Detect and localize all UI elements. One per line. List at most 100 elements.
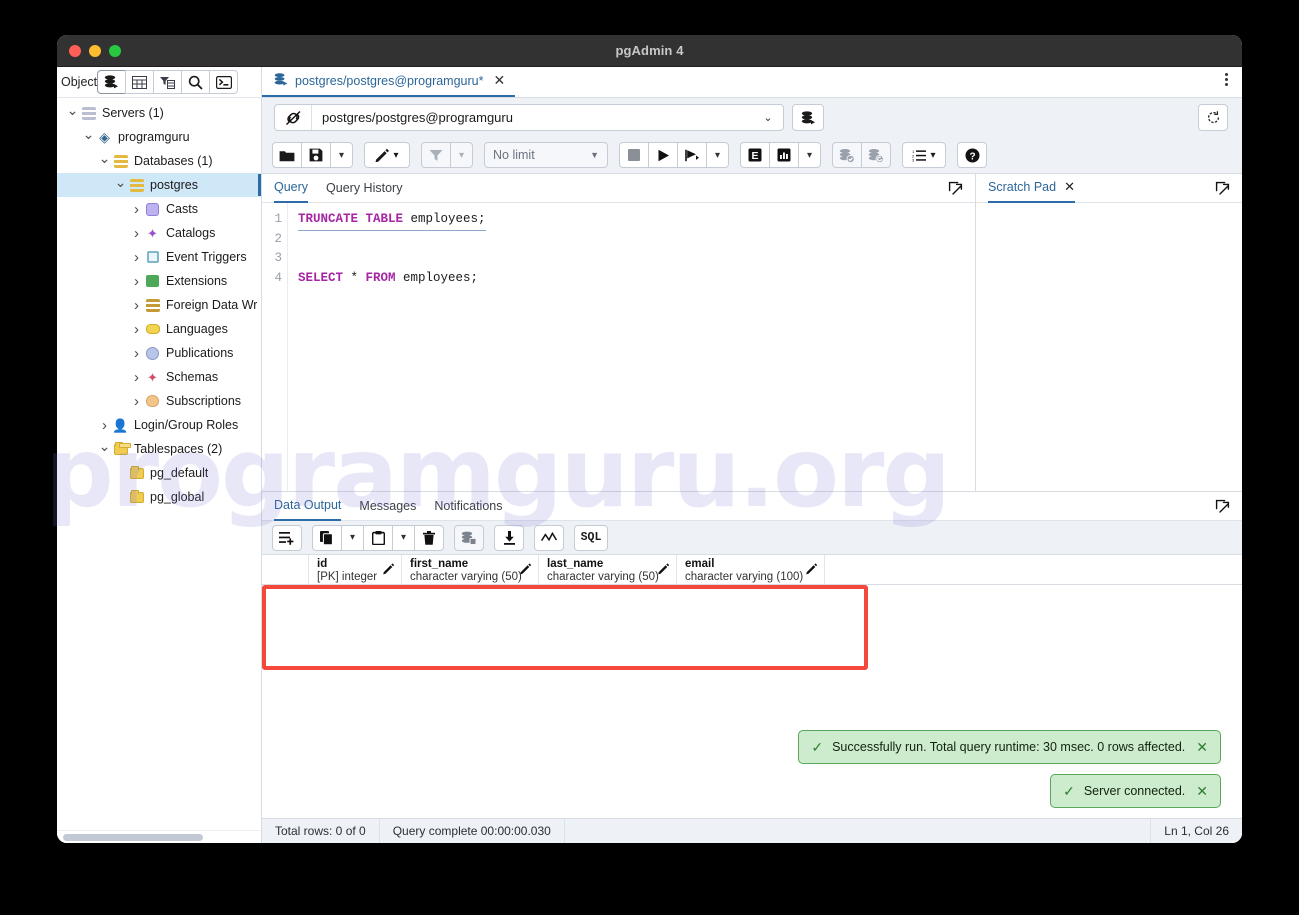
graph-visualiser-button[interactable] <box>534 524 564 551</box>
download-csv-button[interactable] <box>494 524 524 551</box>
close-icon[interactable]: ✕ <box>493 72 505 89</box>
tree-toggle-icon[interactable] <box>129 393 144 410</box>
paste-dropdown[interactable]: ▾ <box>392 524 415 551</box>
tab-query[interactable]: Query <box>274 174 309 203</box>
row-limit-select[interactable]: No limit ▼ <box>484 142 608 168</box>
tree-item-label: Casts <box>166 202 198 216</box>
tab-query-history[interactable]: Query History <box>326 174 402 203</box>
filter-dropdown[interactable]: ▾ <box>450 142 473 168</box>
tab-notifications[interactable]: Notifications <box>434 492 502 521</box>
grid-icon[interactable] <box>125 70 155 94</box>
sql-code[interactable]: TRUNCATE TABLE employees; SELECT * FROM e… <box>288 203 975 491</box>
tree-item-languages[interactable]: Languages <box>57 317 261 341</box>
tree-toggle-icon[interactable] <box>97 153 112 170</box>
search-icon[interactable] <box>181 70 211 94</box>
expand-icon[interactable] <box>1215 181 1230 199</box>
tab-data-output[interactable]: Data Output <box>274 492 342 521</box>
stop-button[interactable] <box>619 142 649 168</box>
close-icon[interactable]: ✕ <box>1196 783 1208 800</box>
tree-item-subscriptions[interactable]: Subscriptions <box>57 389 261 413</box>
tree-item-tablespaces-2[interactable]: Tablespaces (2) <box>57 437 261 461</box>
tree-toggle-icon[interactable] <box>81 129 96 146</box>
close-icon[interactable]: ✕ <box>1064 179 1075 195</box>
filter-table-icon[interactable] <box>153 70 183 94</box>
tree-toggle-icon[interactable] <box>129 225 144 242</box>
open-file-button[interactable] <box>272 142 302 168</box>
tree-item-schemas[interactable]: ✦ Schemas <box>57 365 261 389</box>
copy-button[interactable] <box>312 524 342 551</box>
tree-item-postgres[interactable]: postgres <box>57 173 261 197</box>
column-header-id[interactable]: id [PK] integer <box>309 555 402 584</box>
explain-button[interactable]: E <box>740 142 770 168</box>
scrollbar-thumb[interactable] <box>63 833 203 841</box>
save-file-button[interactable] <box>301 142 331 168</box>
execute-button[interactable] <box>648 142 678 168</box>
tree-toggle-icon[interactable] <box>65 105 80 122</box>
save-file-dropdown[interactable]: ▾ <box>330 142 353 168</box>
terminal-icon[interactable] <box>209 70 239 94</box>
execute-script-button[interactable] <box>677 142 707 168</box>
code-line[interactable] <box>298 249 975 269</box>
explain-dropdown[interactable]: ▾ <box>798 142 821 168</box>
browser-icon[interactable] <box>97 70 127 94</box>
tree-item-pg-global[interactable]: pg_global <box>57 485 261 509</box>
object-tree-horizontal-scrollbar[interactable] <box>57 830 261 843</box>
tree-item-pg-default[interactable]: pg_default <box>57 461 261 485</box>
object-tree[interactable]: Servers (1) ◈ programguru Databases (1) post… <box>57 98 261 830</box>
connection-select[interactable]: postgres/postgres@programguru ⌄ <box>274 104 784 131</box>
tree-item-databases-1[interactable]: Databases (1) <box>57 149 261 173</box>
paste-button[interactable] <box>363 524 393 551</box>
delete-row-button[interactable] <box>414 524 444 551</box>
code-line[interactable] <box>298 230 975 250</box>
tree-toggle-icon[interactable] <box>129 321 144 338</box>
column-header-first_name[interactable]: first_name character varying (50) <box>402 555 539 584</box>
tree-item-foreign-data-wr[interactable]: Foreign Data Wr <box>57 293 261 317</box>
tree-item-servers-1[interactable]: Servers (1) <box>57 101 261 125</box>
filter-button[interactable] <box>421 142 451 168</box>
column-header-last_name[interactable]: last_name character varying (50) <box>539 555 677 584</box>
expand-icon[interactable] <box>1215 499 1230 517</box>
tree-item-casts[interactable]: Casts <box>57 197 261 221</box>
edit-button[interactable]: ▾ <box>364 142 410 168</box>
tree-toggle-icon[interactable] <box>129 201 144 218</box>
query-sql-button[interactable]: SQL <box>574 524 608 551</box>
tree-toggle-icon[interactable] <box>129 273 144 290</box>
tree-toggle-icon[interactable] <box>113 177 128 194</box>
commit-button[interactable] <box>832 142 862 168</box>
tree-item-extensions[interactable]: Extensions <box>57 269 261 293</box>
tree-item-programguru[interactable]: ◈ programguru <box>57 125 261 149</box>
refresh-icon[interactable] <box>1198 104 1228 131</box>
close-icon[interactable]: ✕ <box>1196 739 1208 756</box>
rollback-button[interactable] <box>861 142 891 168</box>
tree-toggle-icon[interactable] <box>129 345 144 362</box>
tree-item-login-group-roles[interactable]: 👤 Login/Group Roles <box>57 413 261 437</box>
code-line[interactable]: SELECT * FROM employees; <box>298 269 975 289</box>
column-header-email[interactable]: email character varying (100) <box>677 555 825 584</box>
tab-messages[interactable]: Messages <box>359 492 416 521</box>
explain-analyze-button[interactable] <box>769 142 799 168</box>
tree-toggle-icon[interactable] <box>129 249 144 266</box>
code-line[interactable]: TRUNCATE TABLE employees; <box>298 210 975 231</box>
tree-toggle-icon[interactable] <box>97 417 112 434</box>
macros-button[interactable]: 123 ▾ <box>902 142 946 168</box>
help-button[interactable]: ? <box>957 142 987 168</box>
tree-item-catalogs[interactable]: ✦ Catalogs <box>57 221 261 245</box>
tab-query-tool[interactable]: postgres/postgres@programguru* ✕ <box>262 66 516 97</box>
tree-item-publications[interactable]: Publications <box>57 341 261 365</box>
connection-manager-icon[interactable] <box>792 104 824 131</box>
copy-dropdown[interactable]: ▾ <box>341 524 364 551</box>
more-options-icon[interactable] <box>1225 73 1228 86</box>
window-title: pgAdmin 4 <box>615 43 684 58</box>
expand-icon[interactable] <box>948 181 963 199</box>
tree-toggle-icon[interactable] <box>97 441 112 458</box>
add-row-button[interactable] <box>272 524 302 551</box>
execute-dropdown[interactable]: ▾ <box>706 142 729 168</box>
save-data-button[interactable] <box>454 524 484 551</box>
tab-scratch-pad[interactable]: Scratch Pad ✕ <box>988 174 1075 203</box>
chevron-down-icon[interactable]: ⌄ <box>753 111 783 124</box>
tree-item-event-triggers[interactable]: Event Triggers <box>57 245 261 269</box>
sql-code-area[interactable]: 1 2 3 4 TRUNCATE TABLE employees; SELECT * F… <box>262 203 975 491</box>
tree-toggle-icon[interactable] <box>129 369 144 386</box>
scratch-pad-text[interactable] <box>976 203 1242 491</box>
tree-toggle-icon[interactable] <box>129 297 144 314</box>
